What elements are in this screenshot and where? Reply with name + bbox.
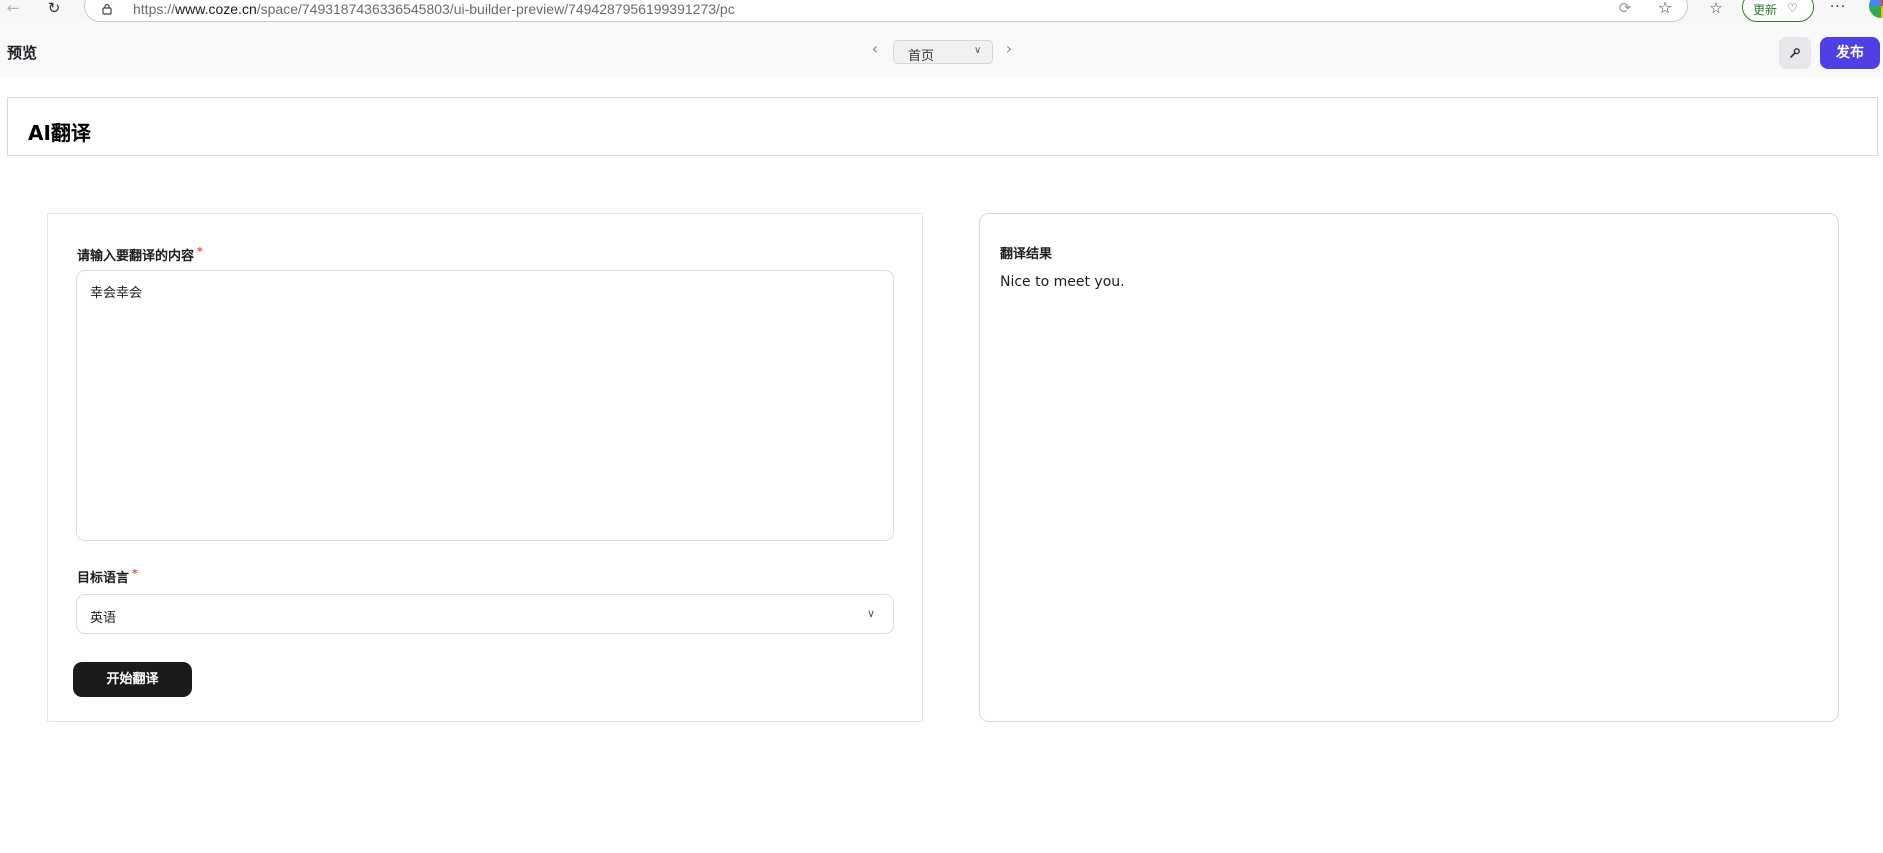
app-title-card: AI翻译 [7,97,1878,156]
content-field-label: 请输入要翻译的内容 * [77,245,203,264]
address-bar[interactable]: https://www.coze.cn/space/74931874363365… [84,0,1688,22]
chevron-down-icon: ∨ [974,45,982,56]
browser-toolbar: ← ↻ https://www.coze.cn/space/7493187436… [0,0,1883,22]
chevron-right-icon[interactable]: › [1001,40,1017,58]
result-text: Nice to meet you. [1000,274,1125,290]
update-button[interactable]: 更新 ♡ [1742,0,1814,22]
result-card: 翻译结果 Nice to meet you. [979,213,1839,722]
read-aloud-icon[interactable]: ⟳ [1615,1,1635,17]
wrench-button[interactable] [1779,37,1811,69]
language-field-label: 目标语言 * [77,567,138,586]
language-label-text: 目标语言 [77,571,130,586]
required-mark: * [132,567,138,580]
chevron-down-icon: ∨ [867,607,876,620]
page-title: 预览 [7,44,38,62]
wrench-icon [1790,47,1800,58]
more-icon[interactable]: ··· [1828,0,1848,18]
required-mark: * [197,245,203,258]
star-icon[interactable]: ☆ [1655,0,1675,17]
lock-icon [102,3,112,15]
reload-icon[interactable]: ↻ [44,0,64,18]
language-select[interactable]: 英语 ∨ [76,594,894,634]
chevron-left-icon[interactable]: ‹ [867,40,883,58]
heart-icon: ♡ [1787,1,1798,15]
favorites-icon[interactable]: ☆ [1706,0,1726,18]
profile-icon[interactable] [1869,0,1883,18]
content-textarea[interactable]: 幸会幸会 [76,270,894,541]
app-title: AI翻译 [28,121,91,145]
url-text: https://www.coze.cn/space/74931874363365… [133,1,735,17]
page-selector-label: 首页 [908,49,935,64]
page-selector[interactable]: 首页 ∨ [893,40,993,64]
back-arrow-icon[interactable]: ← [4,0,22,18]
content-label-text: 请输入要翻译的内容 [77,249,195,264]
input-form-card: 请输入要翻译的内容 * 幸会幸会 目标语言 * 英语 ∨ 开始翻译 [47,213,923,722]
content-textarea-value: 幸会幸会 [90,286,143,301]
start-translate-button[interactable]: 开始翻译 [73,662,192,697]
result-title: 翻译结果 [1000,247,1053,262]
publish-button[interactable]: 发布 [1820,37,1880,69]
url-path: /space/7493187436336545803/ui-builder-pr… [256,1,735,17]
url-host: www.coze.cn [175,1,257,17]
app-header: 预览 ‹ 首页 ∨ › 发布 [0,22,1883,77]
language-select-value: 英语 [90,611,117,626]
update-label: 更新 [1753,3,1778,17]
url-prefix: https:// [133,1,176,17]
